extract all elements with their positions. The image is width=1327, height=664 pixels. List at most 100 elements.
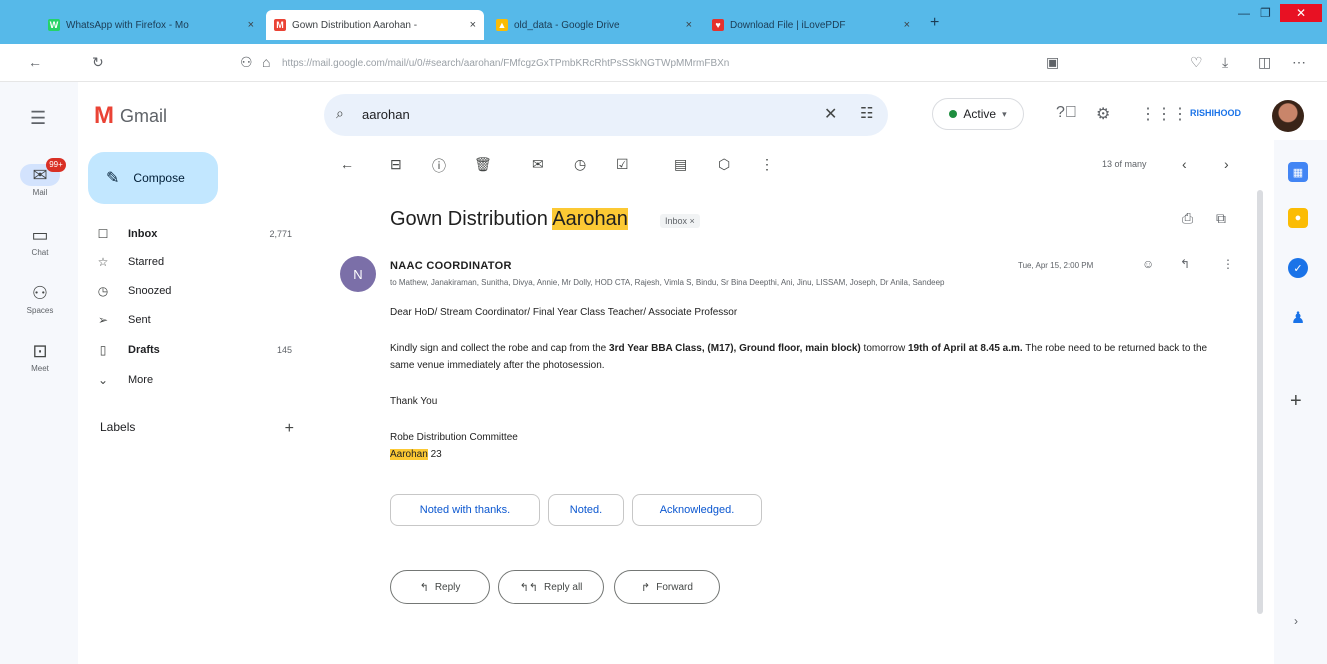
nav-item-snoozed[interactable]: ◷ Snoozed (92, 277, 300, 305)
add-task-icon[interactable]: ☑ (616, 156, 629, 173)
profile-icon[interactable]: ◫ (1258, 54, 1271, 71)
pencil-icon: ✎ (106, 170, 120, 187)
more-options-icon[interactable]: ⋮ (1222, 257, 1234, 271)
nav-item-more[interactable]: ⌄ More (92, 366, 300, 394)
reply-icon[interactable]: ↰ (1180, 257, 1190, 271)
snooze-icon[interactable]: ◷ (574, 156, 586, 173)
minimize-icon[interactable]: — (1238, 6, 1250, 20)
browser-tab-ilovepdf[interactable]: ♥ Download File | iLovePDF × (704, 10, 918, 40)
main-menu-icon[interactable]: ☰ (30, 108, 46, 129)
status-label: Active (963, 107, 997, 121)
mark-unread-icon[interactable]: ✉ (532, 156, 544, 173)
compose-button[interactable]: ✎ Compose (88, 152, 218, 204)
search-input[interactable]: aarohan (362, 107, 410, 122)
emoji-react-icon[interactable]: ☺ (1142, 257, 1154, 271)
spaces-icon: ⚇ (31, 283, 49, 303)
close-tab-icon[interactable]: × (248, 19, 254, 31)
message-view: ← ⊟ ⓘ 🗑︎ ✉ ◷ ☑ ▤ ⬡ ⋮ 13 of many ‹ › Gown… (318, 144, 1262, 664)
message-scrollbar[interactable] (1254, 190, 1266, 630)
back-arrow-icon[interactable]: ← (340, 156, 354, 172)
app-name: Gmail (120, 105, 168, 126)
forward-button[interactable]: ↱ Forward (614, 570, 720, 604)
browser-tab-whatsapp[interactable]: W WhatsApp with Firefox - Mo × (40, 10, 262, 40)
recipients-list[interactable]: to Mathew, Janakiraman, Sunitha, Divya, … (390, 278, 1190, 287)
contacts-icon[interactable]: ♟ (1288, 308, 1308, 328)
maximize-icon[interactable]: ❐ (1260, 6, 1271, 20)
nav-item-sent[interactable]: ➢ Sent (92, 306, 300, 334)
help-icon[interactable]: ?⃝ (1056, 104, 1077, 122)
smart-reply-button[interactable]: Noted with thanks. (390, 494, 540, 526)
nav-count: 145 (276, 345, 292, 355)
tasks-icon[interactable]: ✓ (1288, 258, 1308, 278)
search-options-icon[interactable]: ☷ (860, 104, 873, 122)
close-tab-icon[interactable]: × (686, 19, 692, 31)
smart-reply-button[interactable]: Acknowledged. (632, 494, 762, 526)
browser-tab-drive[interactable]: ▲ old_data - Google Drive × (488, 10, 700, 40)
body-text: tomorrow (860, 343, 908, 354)
nav-item-drafts[interactable]: ▯ Drafts 145 (92, 336, 300, 364)
print-icon[interactable]: ⎙ (1182, 210, 1193, 227)
newer-icon[interactable]: ‹ (1182, 156, 1187, 172)
clear-search-icon[interactable]: ✕ (824, 104, 837, 124)
move-to-icon[interactable]: ▤ (674, 156, 687, 173)
status-dot (949, 110, 958, 118)
extension-icon[interactable]: ⚇ (240, 54, 253, 71)
status-selector[interactable]: Active ▾ (932, 98, 1024, 130)
message-toolbar: ← ⊟ ⓘ 🗑︎ ✉ ◷ ☑ ▤ ⬡ ⋮ 13 of many ‹ › (318, 144, 1262, 186)
add-label-icon[interactable]: + (285, 420, 294, 438)
open-new-window-icon[interactable]: ⧉ (1216, 210, 1226, 227)
subject-text: Gown Distribution (390, 208, 553, 230)
close-tab-icon[interactable]: × (904, 19, 910, 31)
keep-icon[interactable]: ● (1288, 208, 1308, 228)
sender-name[interactable]: NAAC COORDINATOR (390, 260, 512, 272)
chat-icon: ▭ (31, 225, 49, 245)
archive-icon[interactable]: ⊟ (390, 156, 402, 173)
collapse-panel-icon[interactable]: › (1294, 614, 1298, 628)
reply-button[interactable]: ↰ Reply (390, 570, 490, 604)
address-bar[interactable]: https://mail.google.com/mail/u/0/#search… (282, 51, 982, 75)
older-icon[interactable]: › (1224, 156, 1229, 172)
inbox-label-chip[interactable]: Inbox × (660, 214, 700, 228)
signature-event: Aarohan 23 (390, 446, 1230, 463)
rail-item-meet[interactable]: ⊡ Meet (14, 340, 66, 373)
chevron-down-icon: ▾ (1002, 108, 1007, 119)
tab-title: WhatsApp with Firefox - Mo (66, 19, 189, 31)
reload-icon[interactable]: ↻ (92, 54, 104, 71)
close-tab-icon[interactable]: × (470, 19, 476, 31)
add-addon-icon[interactable]: + (1290, 390, 1302, 413)
bookmark-icon[interactable]: ♡ (1190, 54, 1203, 71)
window-close-icon[interactable]: ✕ (1280, 4, 1322, 22)
account-avatar[interactable] (1272, 100, 1304, 132)
back-icon[interactable]: ← (28, 54, 42, 70)
apps-grid-icon[interactable]: ⋮⋮⋮ (1140, 104, 1188, 124)
label-icon[interactable]: ⬡ (718, 156, 730, 173)
body-text: Kindly sign and collect the robe and cap… (390, 343, 610, 354)
settings-icon[interactable]: ⚙ (1096, 104, 1110, 124)
downloads-icon[interactable]: ⤓ (1222, 54, 1228, 71)
report-spam-icon[interactable]: ⓘ (432, 156, 446, 176)
gmail-logo[interactable]: M Gmail (94, 102, 167, 130)
reply-all-button[interactable]: ↰↰ Reply all (498, 570, 604, 604)
labels-section: Labels + (100, 420, 294, 438)
delete-icon[interactable]: 🗑︎ (474, 156, 492, 173)
rail-item-chat[interactable]: ▭ Chat (14, 224, 66, 257)
organization-logo[interactable]: RISHIHOOD (1190, 108, 1241, 118)
search-icon[interactable]: ⌕ (336, 105, 344, 122)
send-icon: ➢ (97, 313, 109, 327)
signature-search-highlight: Aarohan (390, 449, 428, 460)
nav-item-starred[interactable]: ☆ Starred (92, 248, 300, 276)
rail-item-mail[interactable]: ✉ 99+ Mail (14, 158, 66, 197)
home-icon[interactable]: ⌂ (262, 54, 270, 70)
search-bar[interactable]: ⌕ aarohan ✕ ☷ (324, 94, 888, 136)
tab-search-icon[interactable]: ▣ (1046, 54, 1059, 71)
browser-tab-gmail[interactable]: M Gown Distribution Aarohan - × (266, 10, 484, 40)
more-options-icon[interactable]: ⋮ (760, 156, 774, 173)
nav-item-inbox[interactable]: ☐ Inbox 2,771 (92, 220, 300, 248)
scrollbar-thumb[interactable] (1257, 190, 1263, 614)
new-tab-icon[interactable]: + (930, 14, 939, 32)
smart-reply-button[interactable]: Noted. (548, 494, 624, 526)
calendar-icon[interactable]: ▦ (1288, 162, 1308, 182)
menu-icon[interactable]: ⋯ (1292, 54, 1306, 71)
rail-item-spaces[interactable]: ⚇ Spaces (14, 282, 66, 315)
video-camera-icon: ⊡ (32, 341, 48, 361)
